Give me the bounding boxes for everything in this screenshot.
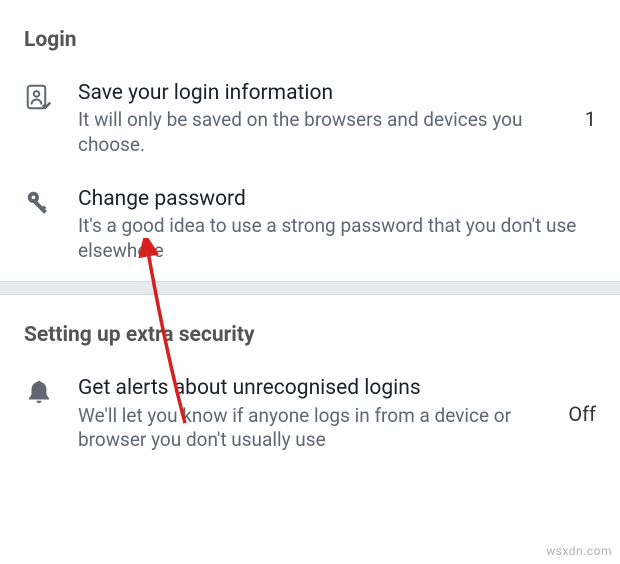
watermark: wsxdn.com	[546, 544, 612, 558]
person-check-icon	[24, 80, 78, 116]
section-header-extra-security: Setting up extra security	[0, 295, 620, 365]
item-subtitle: It's a good idea to use a strong passwor…	[78, 214, 580, 263]
bell-icon	[24, 375, 78, 411]
item-subtitle: It will only be saved on the browsers an…	[78, 108, 569, 157]
item-value: 1	[569, 107, 596, 131]
item-title: Get alerts about unrecognised logins	[78, 375, 552, 401]
item-value: Off	[552, 402, 596, 426]
section-divider	[0, 281, 620, 295]
item-title: Save your login information	[78, 80, 569, 106]
item-subtitle: We'll let you know if anyone logs in fro…	[78, 404, 552, 453]
section-header-login: Login	[0, 0, 620, 70]
item-title: Change password	[78, 186, 580, 212]
key-icon	[24, 186, 78, 222]
item-unrecognised-login-alerts[interactable]: Get alerts about unrecognised logins We'…	[0, 365, 620, 471]
item-save-login-info[interactable]: Save your login information It will only…	[0, 70, 620, 176]
item-change-password[interactable]: Change password It's a good idea to use …	[0, 176, 620, 282]
